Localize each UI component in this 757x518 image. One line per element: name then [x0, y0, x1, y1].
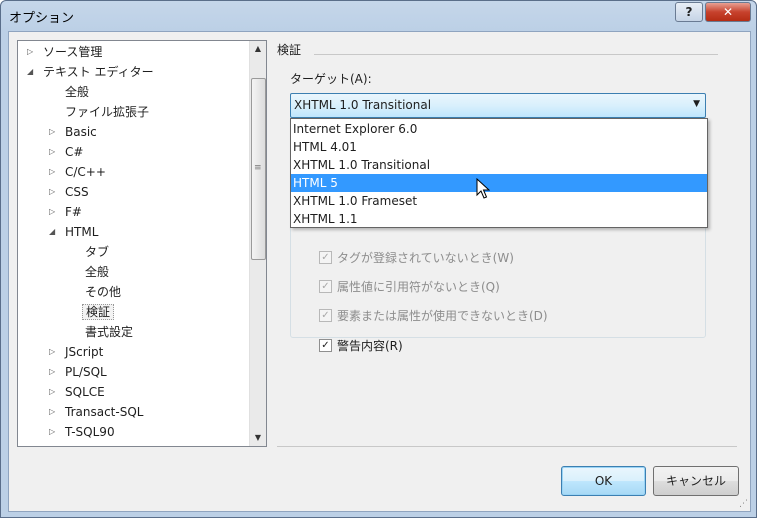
tree-item-label: 書式設定: [85, 325, 134, 339]
tree-item-label: CSS: [65, 185, 89, 199]
dropdown-option-label: XHTML 1.1: [293, 212, 358, 226]
dropdown-option-label: HTML 4.01: [293, 140, 357, 154]
dropdown-option[interactable]: XHTML 1.0 Transitional: [291, 156, 707, 174]
tree-item-label: 検証: [82, 304, 115, 320]
tree-item-label: T-SQL90: [65, 425, 115, 439]
options-dialog: オプション ? ✕ ▷ ソース管理 ◢ テキスト エディター 全般 ファイル拡張子 ▷ Bas…: [0, 0, 757, 518]
tree-item-label: Transact-SQL: [65, 405, 144, 419]
tree-item-label: JScript: [65, 345, 104, 359]
close-button[interactable]: ✕: [705, 2, 751, 22]
tree-item-label: C/C++: [65, 165, 106, 179]
tree-item-label: SQLCE: [65, 385, 105, 399]
tree-item-label: その他: [85, 285, 122, 299]
expanded-arrow-icon[interactable]: ◢: [27, 63, 33, 81]
tree-item[interactable]: ◢ テキスト エディター: [27, 63, 157, 81]
tree-item-label: ファイル拡張子: [65, 105, 150, 119]
target-dropdown-list[interactable]: Internet Explorer 6.0 HTML 4.01 XHTML 1.0 …: [290, 118, 708, 228]
tree-item[interactable]: ▷ C/C++: [49, 163, 109, 181]
checkbox-label: 警告内容(R): [337, 339, 403, 353]
dropdown-option[interactable]: XHTML 1.1: [291, 210, 707, 228]
tree-item-label: 全般: [85, 265, 110, 279]
scroll-down-icon[interactable]: ▼: [250, 430, 266, 446]
grip-icon: ≡: [254, 163, 262, 173]
dropdown-option-label: XHTML 1.0 Transitional: [293, 158, 431, 172]
tree-item[interactable]: ファイル拡張子: [62, 103, 152, 121]
tree-item[interactable]: ▷ C#: [49, 143, 86, 161]
tree-item[interactable]: タブ: [82, 243, 112, 261]
dropdown-option[interactable]: XHTML 1.0 Frameset: [291, 192, 707, 210]
chevron-down-icon[interactable]: ▼: [693, 99, 700, 109]
window-title: オプション: [9, 11, 75, 26]
cancel-button[interactable]: キャンセル: [653, 466, 739, 496]
title-bar[interactable]: オプション ? ✕: [1, 1, 756, 31]
section-title: 検証: [277, 43, 302, 57]
checkbox-label: 属性値に引用符がないとき(Q): [337, 280, 500, 294]
collapsed-arrow-icon[interactable]: ▷: [49, 143, 55, 161]
checkbox[interactable]: ✓: [319, 251, 332, 264]
collapsed-arrow-icon[interactable]: ▷: [49, 403, 55, 421]
tree-item-label: タブ: [85, 245, 110, 259]
collapsed-arrow-icon[interactable]: ▷: [49, 123, 55, 141]
dropdown-option-label: HTML 5: [293, 176, 338, 190]
tree-item-label: F#: [65, 205, 82, 219]
tree-item-label: ソース管理: [43, 45, 103, 59]
ok-button[interactable]: OK: [561, 466, 646, 496]
dropdown-option[interactable]: HTML 4.01: [291, 138, 707, 156]
tree-item[interactable]: 書式設定: [82, 323, 136, 341]
dropdown-option-label: Internet Explorer 6.0: [293, 122, 418, 136]
collapsed-arrow-icon[interactable]: ▷: [49, 183, 55, 201]
tree-item[interactable]: ▷ Transact-SQL: [49, 403, 146, 421]
target-select-value: XHTML 1.0 Transitional: [294, 98, 432, 112]
tree-item-label: C#: [65, 145, 84, 159]
checkbox[interactable]: ✓: [319, 339, 332, 352]
collapsed-arrow-icon[interactable]: ▷: [49, 343, 55, 361]
dialog-body: ▷ ソース管理 ◢ テキスト エディター 全般 ファイル拡張子 ▷ Basic ▷ C# ▷ C/C+…: [8, 31, 751, 512]
expanded-arrow-icon[interactable]: ◢: [49, 223, 55, 241]
bottom-divider: [277, 446, 737, 447]
tree-item-label: PL/SQL: [65, 365, 107, 379]
tree-item[interactable]: ▷ ソース管理: [27, 43, 105, 61]
checkbox-label: タグが登録されていないとき(W): [337, 251, 514, 265]
dropdown-option[interactable]: HTML 5: [291, 174, 707, 192]
checkbox[interactable]: ✓: [319, 309, 332, 322]
section-divider: [314, 54, 718, 55]
tree-item[interactable]: 全般: [82, 263, 112, 281]
tree-item-label: HTML: [65, 225, 99, 239]
tree-item-label: テキスト エディター: [43, 65, 154, 79]
scroll-up-icon[interactable]: ▲: [250, 41, 266, 57]
tree-item[interactable]: ▷ CSS: [49, 183, 92, 201]
collapsed-arrow-icon[interactable]: ▷: [49, 163, 55, 181]
tree-item[interactable]: ◢ HTML: [49, 223, 101, 241]
options-tree[interactable]: ▷ ソース管理 ◢ テキスト エディター 全般 ファイル拡張子 ▷ Basic ▷ C# ▷ C/C+…: [17, 40, 267, 447]
tree-item[interactable]: ▷ T-SQL90: [49, 423, 118, 441]
help-button[interactable]: ?: [675, 2, 703, 22]
target-label: ターゲット(A):: [290, 72, 372, 86]
tree-scrollbar[interactable]: ▲ ≡ ▼: [249, 41, 266, 446]
dropdown-option-label: XHTML 1.0 Frameset: [293, 194, 418, 208]
collapsed-arrow-icon[interactable]: ▷: [49, 383, 55, 401]
target-select[interactable]: XHTML 1.0 Transitional ▼: [290, 93, 706, 118]
collapsed-arrow-icon[interactable]: ▷: [49, 363, 55, 381]
tree-item[interactable]: ▷ F#: [49, 203, 85, 221]
tree-item[interactable]: ▷ Basic: [49, 123, 100, 141]
tree-item[interactable]: ▷ JScript: [49, 343, 106, 361]
dropdown-option[interactable]: Internet Explorer 6.0: [291, 120, 707, 138]
resize-grip-icon[interactable]: ⋰: [739, 499, 748, 509]
tree-item[interactable]: 検証: [82, 303, 115, 321]
tree-item[interactable]: その他: [82, 283, 124, 301]
collapsed-arrow-icon[interactable]: ▷: [27, 43, 33, 61]
tree-item-label: Basic: [65, 125, 97, 139]
checkbox-label: 要素または属性が使用できないとき(D): [337, 309, 548, 323]
tree-item-label: 全般: [65, 85, 90, 99]
checkbox[interactable]: ✓: [319, 280, 332, 293]
collapsed-arrow-icon[interactable]: ▷: [49, 423, 55, 441]
mouse-cursor-icon: [476, 178, 490, 199]
tree-item[interactable]: ▷ SQLCE: [49, 383, 108, 401]
tree-item[interactable]: 全般: [62, 83, 92, 101]
scroll-thumb[interactable]: ≡: [251, 78, 266, 260]
tree-item[interactable]: ▷ PL/SQL: [49, 363, 110, 381]
collapsed-arrow-icon[interactable]: ▷: [49, 203, 55, 221]
